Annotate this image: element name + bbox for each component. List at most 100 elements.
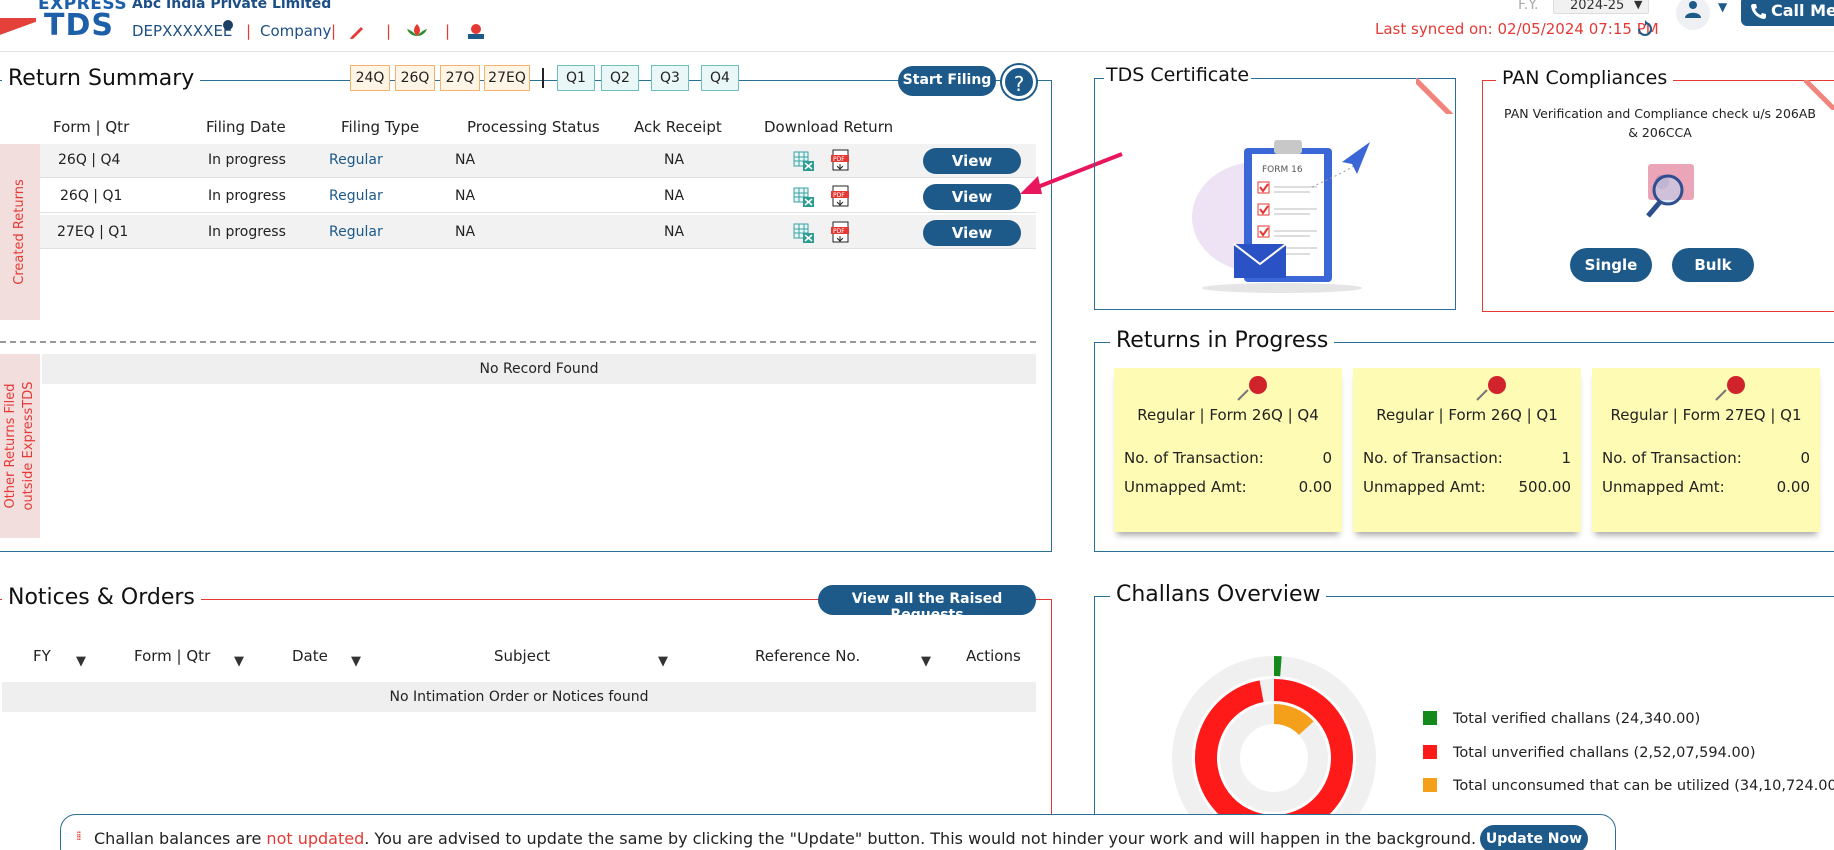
progress-card[interactable]: Regular | Form 26Q | Q4 No. of Transacti… (1114, 368, 1342, 532)
form16-text: FORM 16 (1262, 165, 1303, 175)
view-button[interactable]: View (923, 184, 1021, 210)
help-icon[interactable]: ? (1002, 65, 1036, 99)
row-form: 26Q | Q1 (60, 188, 123, 204)
transactions-label: No. of Transaction: (1602, 449, 1742, 467)
col-filing-date: Filing Date (206, 118, 286, 136)
tan-number: DEPXXXXXEE (132, 22, 233, 40)
view-all-requests-button[interactable]: View all the Raised Requests (818, 585, 1036, 623)
header-separator: | (331, 22, 337, 40)
header-separator: | (445, 22, 451, 40)
section-divider (0, 341, 1036, 343)
progress-card-title: Regular | Form 27EQ | Q1 (1610, 406, 1802, 424)
qtr-tag-q4[interactable]: Q4 (701, 65, 739, 91)
col-subject: Subject (494, 647, 551, 665)
pan-description: PAN Verification and Compliance check u/… (1503, 106, 1817, 140)
edit-icon[interactable] (348, 22, 366, 40)
pdf-download-icon[interactable]: PDF (830, 185, 852, 207)
form-tag-27eq[interactable]: 27EQ (484, 65, 530, 91)
excel-download-icon[interactable] (793, 186, 815, 208)
form-tag-27q[interactable]: 27Q (440, 65, 480, 91)
refresh-icon[interactable] (1636, 20, 1654, 38)
fy-label: F.Y. (1518, 0, 1539, 13)
excel-download-icon[interactable] (793, 222, 815, 244)
company-name: Abc India Private Limited (132, 0, 332, 12)
header-separator: | (386, 22, 392, 40)
banner-prefix: Challan balances are (94, 829, 267, 848)
col-processing-status: Processing Status (467, 118, 600, 136)
row-ack: NA (664, 188, 685, 204)
pushpin-icon (1237, 376, 1267, 401)
no-notices-message: No Intimation Order or Notices found (2, 682, 1036, 712)
notices-panel (0, 599, 1052, 850)
progress-card[interactable]: Regular | Form 26Q | Q1 No. of Transacti… (1353, 368, 1581, 532)
form-tag-26q[interactable]: 26Q (395, 65, 435, 91)
col-download-return: Download Return (764, 118, 894, 136)
banner-message: Challan balances are not updated. You ar… (94, 829, 1476, 848)
filter-icon[interactable]: ▼ (76, 654, 86, 669)
filter-icon[interactable]: ▼ (351, 654, 361, 669)
pdf-download-icon[interactable]: PDF (830, 149, 852, 171)
transactions-value: 0 (1800, 449, 1810, 467)
corner-accent (1416, 78, 1456, 114)
row-filing-type[interactable]: Regular (329, 224, 383, 240)
qtr-tag-q3[interactable]: Q3 (651, 65, 689, 91)
qtr-tag-q2[interactable]: Q2 (601, 65, 639, 91)
transactions-label: No. of Transaction: (1124, 449, 1264, 467)
bulk-button[interactable]: Bulk (1672, 248, 1754, 282)
pdf-download-icon[interactable]: PDF (830, 221, 852, 243)
svg-text:PDF: PDF (833, 192, 845, 199)
single-button[interactable]: Single (1570, 248, 1652, 282)
pan-compliances-title: PAN Compliances (1496, 67, 1674, 89)
row-form: 27EQ | Q1 (57, 224, 129, 240)
row-filing-date: In progress (208, 188, 286, 204)
progress-card-title: Regular | Form 26Q | Q1 (1376, 406, 1558, 424)
tds-dashboard: EXPRESS TDS Abc India Private Limited DE… (0, 0, 1834, 850)
start-filing-button[interactable]: Start Filing (898, 66, 996, 96)
table-row (40, 215, 1036, 249)
phone-icon (1751, 4, 1766, 19)
lotus-icon[interactable] (405, 22, 429, 40)
donut-segment-unconsumed[interactable] (1273, 704, 1314, 736)
row-filing-type[interactable]: Regular (329, 188, 383, 204)
progress-card[interactable]: Regular | Form 27EQ | Q1 No. of Transact… (1592, 368, 1820, 532)
unmapped-value: 0.00 (1776, 478, 1810, 496)
col-form-qtr: Form | Qtr (134, 647, 211, 665)
chevron-down-icon[interactable]: ▼ (1718, 0, 1727, 14)
transactions-value: 1 (1561, 449, 1571, 467)
row-filing-date: In progress (208, 152, 286, 168)
entity-type: Company (260, 22, 332, 40)
legend-swatch-verified (1423, 711, 1437, 725)
filter-icon[interactable]: ▼ (234, 654, 244, 669)
user-icon (1685, 1, 1701, 18)
info-icon[interactable] (223, 20, 233, 30)
form16-illustration[interactable]: FORM 16 (1182, 132, 1382, 294)
col-fy: FY (33, 647, 51, 665)
banner-highlight: not updated (266, 829, 365, 848)
progress-card-title: Regular | Form 26Q | Q4 (1137, 406, 1319, 424)
view-button[interactable]: View (923, 148, 1021, 174)
unmapped-label: Unmapped Amt: (1124, 478, 1247, 496)
excel-download-icon[interactable] (793, 150, 815, 172)
row-filing-type[interactable]: Regular (329, 152, 383, 168)
row-status: NA (455, 152, 476, 168)
legend-swatch-unverified (1423, 745, 1437, 759)
unmapped-label: Unmapped Amt: (1602, 478, 1725, 496)
row-ack: NA (664, 224, 685, 240)
filter-icon[interactable]: ▼ (921, 654, 931, 669)
qtr-tag-q1[interactable]: Q1 (557, 65, 595, 91)
header-separator: | (246, 22, 252, 40)
row-ack: NA (664, 152, 685, 168)
view-button[interactable]: View (923, 220, 1021, 246)
tds-certificate-title: TDS Certificate (1104, 64, 1252, 86)
filter-icon[interactable]: ▼ (658, 654, 668, 669)
returns-in-progress-title: Returns in Progress (1110, 328, 1335, 353)
col-actions: Actions (966, 647, 1021, 665)
last-synced: Last synced on: 02/05/2024 07:15 PM (1375, 20, 1659, 38)
legend-label-unverified: Total unverified challans (2,52,07,594.0… (1453, 745, 1756, 761)
other-returns-label: Other Returns Filed outside ExpressTDS (0, 354, 40, 538)
pushpin-icon (1715, 376, 1745, 401)
update-now-button[interactable]: Update Now (1480, 825, 1588, 850)
form-tag-24q[interactable]: 24Q (350, 65, 390, 91)
guru-icon[interactable] (465, 22, 487, 40)
row-form: 26Q | Q4 (58, 152, 121, 168)
